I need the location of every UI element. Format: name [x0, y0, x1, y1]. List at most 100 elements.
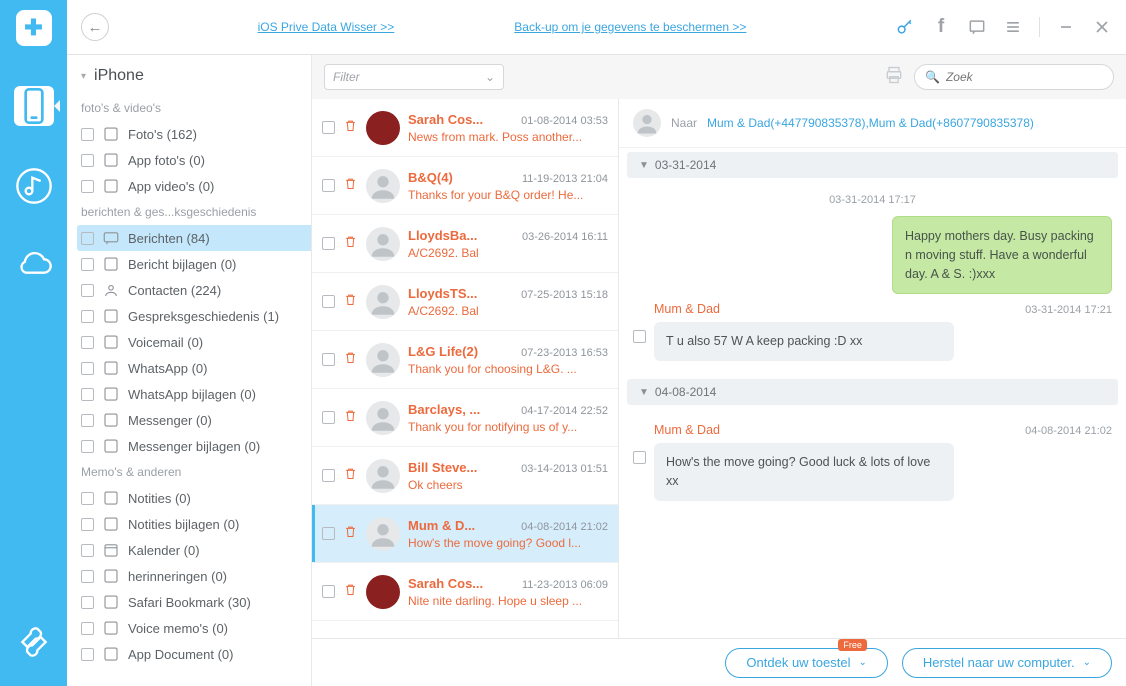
avatar: [366, 459, 400, 493]
checkbox[interactable]: [81, 310, 94, 323]
checkbox[interactable]: [81, 570, 94, 583]
photos-icon: [102, 125, 120, 143]
conversation-item[interactable]: Sarah Cos...01-08-2014 03:53News from ma…: [312, 99, 618, 157]
tree-item[interactable]: Messenger (0): [77, 407, 311, 433]
nav-music-icon[interactable]: [14, 166, 54, 206]
checkbox[interactable]: [81, 492, 94, 505]
nav-cloud-icon[interactable]: [14, 246, 54, 286]
avatar: [366, 517, 400, 551]
checkbox[interactable]: [81, 180, 94, 193]
checkbox[interactable]: [322, 295, 335, 308]
trash-icon[interactable]: [343, 466, 358, 485]
checkbox[interactable]: [81, 648, 94, 661]
discover-device-button[interactable]: Free Ontdek uw toestel ⌄: [725, 648, 887, 678]
content-toolbar: Filter ⌄ 🔍: [312, 55, 1126, 99]
checkbox[interactable]: [322, 121, 335, 134]
trash-icon[interactable]: [343, 292, 358, 311]
checkbox[interactable]: [322, 237, 335, 250]
header-link-privacy[interactable]: iOS Prive Data Wisser >>: [258, 20, 395, 34]
trash-icon[interactable]: [343, 350, 358, 369]
whatsapp-att-icon: [102, 385, 120, 403]
tree-item[interactable]: WhatsApp bijlagen (0): [77, 381, 311, 407]
checkbox[interactable]: [81, 362, 94, 375]
tree-item[interactable]: Voicemail (0): [77, 329, 311, 355]
tree-item[interactable]: Kalender (0): [77, 537, 311, 563]
trash-icon[interactable]: [343, 408, 358, 427]
conversation-item[interactable]: LloydsBa...03-26-2014 16:11A/C2692. Bal: [312, 215, 618, 273]
search-input[interactable]: [946, 70, 1103, 84]
checkbox[interactable]: [81, 596, 94, 609]
tree-item[interactable]: Voice memo's (0): [77, 615, 311, 641]
tree-item[interactable]: App video's (0): [77, 173, 311, 199]
tree-item[interactable]: App foto's (0): [77, 147, 311, 173]
checkbox[interactable]: [633, 451, 646, 464]
app-logo: ✚: [16, 10, 52, 46]
caret-icon[interactable]: ▾: [81, 71, 86, 82]
conversation-item[interactable]: Bill Steve...03-14-2013 01:51Ok cheers: [312, 447, 618, 505]
feedback-icon[interactable]: [967, 17, 987, 37]
trash-icon[interactable]: [343, 582, 358, 601]
checkbox[interactable]: [322, 179, 335, 192]
checkbox[interactable]: [81, 440, 94, 453]
date-divider[interactable]: ▼03-31-2014: [627, 152, 1118, 178]
checkbox[interactable]: [81, 518, 94, 531]
checkbox[interactable]: [322, 411, 335, 424]
tree-item[interactable]: Bericht bijlagen (0): [77, 251, 311, 277]
tree-item[interactable]: App Document (0): [77, 641, 311, 667]
facebook-icon[interactable]: f: [931, 16, 951, 38]
conversation-item[interactable]: Sarah Cos...11-23-2013 06:09Nite nite da…: [312, 563, 618, 621]
contacts-icon: [102, 281, 120, 299]
tree-item[interactable]: Foto's (162): [77, 121, 311, 147]
checkbox[interactable]: [81, 414, 94, 427]
tree-item-label: Voicemail (0): [128, 335, 203, 350]
trash-icon[interactable]: [343, 118, 358, 137]
trash-icon[interactable]: [343, 176, 358, 195]
date-divider[interactable]: ▼04-08-2014: [627, 379, 1118, 405]
print-icon[interactable]: [884, 65, 904, 90]
tree-item[interactable]: Notities (0): [77, 485, 311, 511]
close-icon[interactable]: [1092, 17, 1112, 37]
conversation-item[interactable]: Barclays, ...04-17-2014 22:52Thank you f…: [312, 389, 618, 447]
checkbox[interactable]: [81, 128, 94, 141]
checkbox[interactable]: [81, 622, 94, 635]
tree-item[interactable]: Berichten (84): [77, 225, 311, 251]
conversation-item[interactable]: LloydsTS...07-25-2013 15:18A/C2692. Bal: [312, 273, 618, 331]
checkbox[interactable]: [322, 585, 335, 598]
checkbox[interactable]: [322, 527, 335, 540]
tree-item[interactable]: Notities bijlagen (0): [77, 511, 311, 537]
conversation-item[interactable]: L&G Life(2)07-23-2013 16:53Thank you for…: [312, 331, 618, 389]
checkbox[interactable]: [81, 232, 94, 245]
tree-item[interactable]: Messenger bijlagen (0): [77, 433, 311, 459]
checkbox[interactable]: [81, 284, 94, 297]
message-outgoing: Happy mothers day. Busy packing n moving…: [892, 216, 1112, 294]
conversation-item[interactable]: Mum & D...04-08-2014 21:02How's the move…: [312, 505, 618, 563]
checkbox[interactable]: [81, 544, 94, 557]
minimize-icon[interactable]: [1056, 17, 1076, 37]
nav-tools-icon[interactable]: [14, 622, 54, 662]
checkbox[interactable]: [322, 353, 335, 366]
back-button[interactable]: ←: [81, 13, 109, 41]
header-link-backup[interactable]: Back-up om je gegevens te beschermen >>: [514, 20, 746, 34]
checkbox[interactable]: [81, 388, 94, 401]
restore-computer-button[interactable]: Herstel naar uw computer. ⌄: [902, 648, 1112, 678]
trash-icon[interactable]: [343, 524, 358, 543]
avatar: [633, 109, 661, 137]
checkbox[interactable]: [633, 330, 646, 343]
tree-item[interactable]: Gespreksgeschiedenis (1): [77, 303, 311, 329]
tree-item[interactable]: WhatsApp (0): [77, 355, 311, 381]
checkbox[interactable]: [322, 469, 335, 482]
tree-item[interactable]: Safari Bookmark (30): [77, 589, 311, 615]
filter-dropdown[interactable]: Filter ⌄: [324, 64, 504, 90]
conversation-item[interactable]: B&Q(4)11-19-2013 21:04Thanks for your B&…: [312, 157, 618, 215]
key-icon[interactable]: [895, 17, 915, 37]
checkbox[interactable]: [81, 336, 94, 349]
search-box[interactable]: 🔍: [914, 64, 1114, 90]
tree-item[interactable]: herinneringen (0): [77, 563, 311, 589]
checkbox[interactable]: [81, 258, 94, 271]
menu-icon[interactable]: [1003, 17, 1023, 37]
tree-item[interactable]: Contacten (224): [77, 277, 311, 303]
checkbox[interactable]: [81, 154, 94, 167]
nav-device-icon[interactable]: [14, 86, 54, 126]
trash-icon[interactable]: [343, 234, 358, 253]
tree-root[interactable]: ▾ iPhone: [77, 67, 311, 85]
